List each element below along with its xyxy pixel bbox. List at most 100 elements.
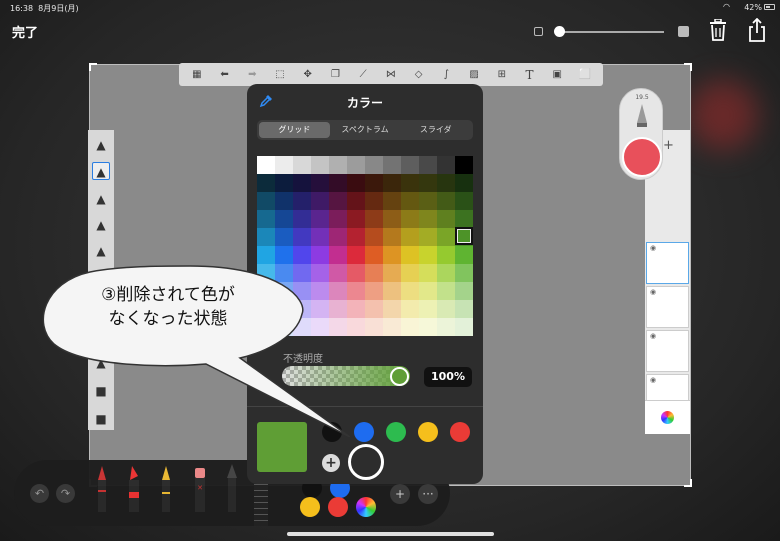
color-grid-cell[interactable]: [401, 246, 419, 264]
color-grid-cell[interactable]: [329, 174, 347, 192]
color-grid-cell[interactable]: [257, 210, 275, 228]
color-grid-cell[interactable]: [383, 300, 401, 318]
color-grid-cell[interactable]: [401, 228, 419, 246]
color-grid-cell[interactable]: [455, 246, 473, 264]
bottom-color-wheel-icon[interactable]: [356, 497, 376, 517]
layer-thumbnail[interactable]: ◉: [646, 242, 689, 284]
color-grid-cell[interactable]: [257, 228, 275, 246]
color-grid-cell[interactable]: [347, 228, 365, 246]
color-grid-cell[interactable]: [311, 228, 329, 246]
color-grid-cell[interactable]: [419, 156, 437, 174]
color-grid-cell[interactable]: [275, 228, 293, 246]
color-grid-cell[interactable]: [347, 174, 365, 192]
undo-icon[interactable]: ↶: [30, 484, 49, 503]
color-grid-cell[interactable]: [293, 210, 311, 228]
color-grid-cell[interactable]: [437, 264, 455, 282]
add-color-icon[interactable]: +: [390, 484, 410, 504]
add-layer-icon[interactable]: +: [663, 138, 674, 153]
color-grid-cell[interactable]: [257, 192, 275, 210]
ruler-tool-icon[interactable]: [254, 478, 268, 526]
color-grid-cell[interactable]: [311, 192, 329, 210]
color-grid-cell[interactable]: [401, 300, 419, 318]
color-grid-cell[interactable]: [455, 282, 473, 300]
color-grid-cell[interactable]: [455, 318, 473, 336]
share-icon[interactable]: [747, 18, 767, 42]
eye-icon[interactable]: ◉: [650, 288, 656, 296]
color-grid-cell[interactable]: [347, 210, 365, 228]
palette-color-green[interactable]: [386, 422, 406, 442]
color-grid-cell[interactable]: [275, 192, 293, 210]
color-grid-cell[interactable]: [383, 228, 401, 246]
color-grid-cell[interactable]: [437, 228, 455, 246]
color-grid-cell[interactable]: [455, 156, 473, 174]
color-grid-cell[interactable]: [401, 264, 419, 282]
color-grid-cell[interactable]: [419, 300, 437, 318]
color-grid-cell[interactable]: [401, 174, 419, 192]
color-grid-cell[interactable]: [419, 192, 437, 210]
canvas-corner[interactable]: [684, 479, 692, 487]
image-icon[interactable]: ▨: [466, 69, 482, 80]
color-grid-cell[interactable]: [437, 246, 455, 264]
color-grid-cell[interactable]: [455, 300, 473, 318]
color-grid-cell[interactable]: [401, 210, 419, 228]
color-grid-cell[interactable]: [365, 282, 383, 300]
color-grid-cell[interactable]: [257, 174, 275, 192]
canvas-corner[interactable]: [684, 63, 692, 71]
color-grid-cell[interactable]: [383, 264, 401, 282]
grid-icon[interactable]: ⊞: [494, 69, 510, 80]
color-grid-cell[interactable]: [383, 318, 401, 336]
color-grid-cell[interactable]: [419, 174, 437, 192]
eraser-tool-icon[interactable]: ✕: [194, 464, 206, 512]
color-grid-cell[interactable]: [347, 192, 365, 210]
layers-icon[interactable]: ▦: [189, 69, 205, 80]
palette-color-yellow[interactable]: [418, 422, 438, 442]
brush-size-control[interactable]: 19.5: [619, 88, 663, 180]
shape-icon[interactable]: ◇: [411, 69, 427, 80]
yellow-pencil-tool-icon[interactable]: [160, 464, 172, 512]
color-grid-cell[interactable]: [455, 210, 473, 228]
redo-arrow-icon[interactable]: ➡: [244, 69, 260, 80]
color-grid-cell[interactable]: [311, 174, 329, 192]
add-palette-color-icon[interactable]: +: [322, 454, 340, 472]
color-grid-cell[interactable]: [383, 282, 401, 300]
eye-icon[interactable]: ◉: [650, 376, 656, 384]
airbrush-icon[interactable]: ▲: [92, 242, 110, 260]
color-grid-cell[interactable]: [419, 210, 437, 228]
ink-brush-icon[interactable]: ▲: [92, 190, 110, 208]
eye-icon[interactable]: ◉: [650, 332, 656, 340]
color-grid-cell[interactable]: [437, 156, 455, 174]
color-picker-button[interactable]: [645, 400, 690, 434]
color-grid-cell[interactable]: [311, 210, 329, 228]
copy-icon[interactable]: ❐: [327, 69, 343, 80]
color-grid-cell[interactable]: [455, 264, 473, 282]
opacity-slider-knob[interactable]: [390, 367, 409, 386]
text-icon[interactable]: T: [521, 68, 537, 82]
color-grid-cell[interactable]: [257, 156, 275, 174]
undo-arrow-icon[interactable]: ⬅: [217, 69, 233, 80]
opacity-value[interactable]: 100%: [424, 367, 472, 387]
color-grid-cell[interactable]: [383, 174, 401, 192]
color-grid-cell[interactable]: [365, 156, 383, 174]
color-grid-cell[interactable]: [275, 156, 293, 174]
color-grid-cell[interactable]: [419, 246, 437, 264]
video-icon[interactable]: ▣: [549, 69, 565, 80]
color-grid-cell[interactable]: [401, 192, 419, 210]
color-grid-cell[interactable]: [293, 174, 311, 192]
ruler-icon[interactable]: ⟋: [355, 69, 371, 80]
color-grid-cell[interactable]: [455, 192, 473, 210]
bottom-palette-color[interactable]: [300, 497, 320, 517]
brush-tool-icon[interactable]: [226, 464, 238, 512]
slider-track[interactable]: [556, 31, 664, 33]
palette-color-blue[interactable]: [354, 422, 374, 442]
pencil-tool-icon[interactable]: [96, 464, 108, 512]
canvas-corner[interactable]: [89, 63, 97, 71]
color-grid-cell[interactable]: [365, 228, 383, 246]
color-grid-cell[interactable]: [365, 318, 383, 336]
fullscreen-icon[interactable]: ⬜: [577, 69, 593, 80]
color-grid-cell[interactable]: [419, 282, 437, 300]
color-grid-cell[interactable]: [383, 210, 401, 228]
done-button[interactable]: 完了: [12, 22, 38, 41]
color-grid-cell[interactable]: [329, 228, 347, 246]
color-grid-cell[interactable]: [437, 282, 455, 300]
color-grid-cell[interactable]: [401, 156, 419, 174]
